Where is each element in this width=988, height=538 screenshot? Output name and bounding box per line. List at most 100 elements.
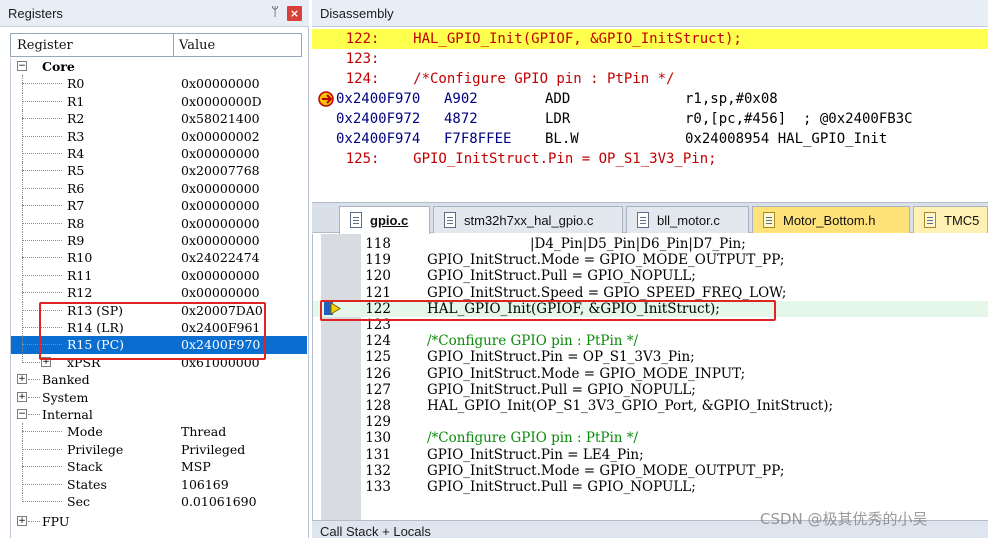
line-number: 133 xyxy=(365,479,391,495)
asm-opcode: A902 xyxy=(444,91,478,107)
column-register[interactable]: Register xyxy=(17,38,73,53)
line-number: 132 xyxy=(365,462,391,479)
disassembly-title-bar: Disassembly xyxy=(312,0,988,27)
register-row-r7[interactable]: R7 0x00000000 xyxy=(11,197,307,215)
tree-node-system[interactable]: + System xyxy=(11,389,307,406)
register-value: 0x24022474 xyxy=(181,250,260,266)
source-line[interactable]: 126 GPIO_InitStruct.Mode = GPIO_MODE_INPU… xyxy=(313,366,988,382)
column-separator[interactable] xyxy=(173,34,174,56)
tab-tmc5[interactable]: TMC5 xyxy=(913,206,988,233)
disassembly-asm-line[interactable]: 0x2400F972 4872 LDR r0,[pc,#456] ; @0x24… xyxy=(312,109,988,129)
asm-address: 0x2400F972 xyxy=(336,111,421,127)
source-line[interactable]: 133 GPIO_InitStruct.Pull = GPIO_NOPULL; xyxy=(313,479,988,495)
register-row-r12[interactable]: R12 0x00000000 xyxy=(11,284,307,302)
collapse-icon[interactable]: − xyxy=(17,409,27,419)
source-line[interactable]: 119 GPIO_InitStruct.Mode = GPIO_MODE_OUTP… xyxy=(313,252,988,268)
source-line[interactable]: 130 /*Configure GPIO pin : PtPin */ xyxy=(313,430,988,446)
source-line[interactable]: 121 GPIO_InitStruct.Speed = GPIO_SPEED_FR… xyxy=(313,285,988,301)
tab-motor-bottom-h[interactable]: Motor_Bottom.h xyxy=(752,206,910,233)
register-value: 0x20007768 xyxy=(181,163,260,179)
line-number: 121 xyxy=(365,284,391,301)
register-row-r4[interactable]: R4 0x00000000 xyxy=(11,145,307,163)
disassembly-asm-line-current[interactable]: 0x2400F970 A902 ADD r1,sp,#0x08 xyxy=(312,89,988,109)
internal-value: 0.01061690 xyxy=(181,494,257,509)
close-icon[interactable]: × xyxy=(287,6,302,21)
register-row-r1[interactable]: R1 0x0000000D xyxy=(11,92,307,111)
source-code: /*Configure GPIO pin : PtPin */ xyxy=(427,333,639,350)
tab-bll-motor-c[interactable]: bll_motor.c xyxy=(626,206,749,233)
internal-name: States xyxy=(67,476,107,492)
register-row-r9[interactable]: R9 0x00000000 xyxy=(11,232,307,250)
register-row-r11[interactable]: R11 0x00000000 xyxy=(11,266,307,285)
register-row-r3[interactable]: R3 0x00000002 xyxy=(11,127,307,145)
source-line[interactable]: 128 HAL_GPIO_Init(OP_S1_3V3_GPIO_Port, &G… xyxy=(313,398,988,414)
disassembly-source-line[interactable]: 122: HAL_GPIO_Init(GPIOF, &GPIO_InitStru… xyxy=(312,29,988,49)
register-row-r15-selected[interactable]: R15 (PC) 0x2400F970 xyxy=(11,336,307,354)
registers-title: Registers xyxy=(8,6,63,21)
source-line[interactable]: 118 |D4_Pin|D5_Pin|D6_Pin|D7_Pin; xyxy=(313,236,988,252)
editor-tab-bar: gpio.c stm32h7xx_hal_gpio.c bll_motor.c … xyxy=(312,202,988,234)
register-name: R13 (SP) xyxy=(67,302,124,318)
disassembly-text: 124: /*Configure GPIO pin : PtPin */ xyxy=(312,71,675,87)
expand-icon[interactable]: + xyxy=(17,374,27,385)
source-line[interactable]: 123 xyxy=(313,317,988,333)
source-code: GPIO_InitStruct.Pull = GPIO_NOPULL; xyxy=(427,381,696,398)
register-name: R2 xyxy=(67,111,85,127)
source-line[interactable]: 127 GPIO_InitStruct.Pull = GPIO_NOPULL; xyxy=(313,382,988,398)
tree-node-internal[interactable]: − Internal xyxy=(11,406,307,423)
source-line-current[interactable]: 122 HAL_GPIO_Init(GPIOF, &GPIO_InitStruct… xyxy=(313,300,988,317)
register-value: 0x00000000 xyxy=(181,267,260,283)
source-editor[interactable]: 118 |D4_Pin|D5_Pin|D6_Pin|D7_Pin; 119 GPIO… xyxy=(312,234,988,520)
internal-row-mode[interactable]: Mode Thread xyxy=(11,423,307,441)
register-value: 0x0000000D xyxy=(181,93,262,109)
source-line[interactable]: 129 xyxy=(313,414,988,430)
register-name: R4 xyxy=(67,146,85,161)
tree-node-fpu[interactable]: + FPU xyxy=(11,513,307,530)
collapse-icon[interactable]: − xyxy=(17,61,27,71)
register-row-r0[interactable]: R0 0x00000000 xyxy=(11,75,307,93)
disassembly-source-line[interactable]: 125: GPIO_InitStruct.Pin = OP_S1_3V3_Pin… xyxy=(312,149,988,169)
column-value[interactable]: Value xyxy=(179,38,215,53)
expand-icon[interactable]: + xyxy=(17,391,27,402)
expand-icon[interactable]: + xyxy=(17,516,27,526)
source-code: GPIO_InitStruct.Pin = LE4_Pin; xyxy=(427,446,644,463)
source-code: GPIO_InitStruct.Mode = GPIO_MODE_OUTPUT_… xyxy=(427,462,785,479)
callstack-title: Call Stack + Locals xyxy=(320,524,431,538)
tab-gpio-c[interactable]: gpio.c xyxy=(339,206,430,234)
pin-icon[interactable]: ᛘ xyxy=(268,5,282,21)
register-row-r14[interactable]: R14 (LR) 0x2400F961 xyxy=(11,319,307,337)
register-row-r6[interactable]: R6 0x00000000 xyxy=(11,179,307,198)
registers-title-bar: Registers ᛘ × xyxy=(0,0,309,27)
tree-node-label: Banked xyxy=(42,372,90,388)
source-line[interactable]: 124 /*Configure GPIO pin : PtPin */ xyxy=(313,333,988,349)
asm-operands: r1,sp,#0x08 xyxy=(685,91,778,107)
tree-node-core[interactable]: − Core xyxy=(11,58,307,75)
source-line[interactable]: 132 GPIO_InitStruct.Mode = GPIO_MODE_OUTP… xyxy=(313,463,988,479)
source-line[interactable]: 125 GPIO_InitStruct.Pin = OP_S1_3V3_Pin; xyxy=(313,349,988,365)
asm-operands: 0x24008954 HAL_GPIO_Init xyxy=(685,131,888,147)
tab-stm32h7xx-hal-gpio-c[interactable]: stm32h7xx_hal_gpio.c xyxy=(433,206,623,233)
internal-row-stack[interactable]: Stack MSP xyxy=(11,458,307,476)
internal-row-privilege[interactable]: Privilege Privileged xyxy=(11,440,307,459)
source-line[interactable]: 120 GPIO_InitStruct.Pull = GPIO_NOPULL; xyxy=(313,268,988,284)
register-row-r10[interactable]: R10 0x24022474 xyxy=(11,249,307,267)
register-row-r8[interactable]: R8 0x00000000 xyxy=(11,214,307,232)
internal-value: Thread xyxy=(181,424,227,440)
internal-value: 106169 xyxy=(181,476,229,492)
disassembly-asm-line[interactable]: 0x2400F974 F7F8FFEE BL.W 0x24008954 HAL_… xyxy=(312,129,988,149)
register-row-r2[interactable]: R2 0x58021400 xyxy=(11,110,307,128)
disassembly-source-line[interactable]: 124: /*Configure GPIO pin : PtPin */ xyxy=(312,69,988,89)
register-row-r5[interactable]: R5 0x20007768 xyxy=(11,162,307,180)
line-number: 118 xyxy=(365,236,391,252)
internal-name: Sec xyxy=(67,494,90,509)
register-name: R10 xyxy=(67,250,93,266)
internal-row-sec[interactable]: Sec 0.01061690 xyxy=(11,493,307,510)
register-row-xpsr[interactable]: + xPSR 0x61000000 xyxy=(11,353,307,371)
source-line[interactable]: 131 GPIO_InitStruct.Pin = LE4_Pin; xyxy=(313,447,988,463)
expand-icon[interactable]: + xyxy=(41,356,51,367)
tree-node-banked[interactable]: + Banked xyxy=(11,371,307,388)
file-icon xyxy=(444,212,456,228)
register-row-r13[interactable]: R13 (SP) 0x20007DA0 xyxy=(11,301,307,319)
internal-row-states[interactable]: States 106169 xyxy=(11,475,307,493)
disassembly-source-line[interactable]: 123: xyxy=(312,49,988,69)
